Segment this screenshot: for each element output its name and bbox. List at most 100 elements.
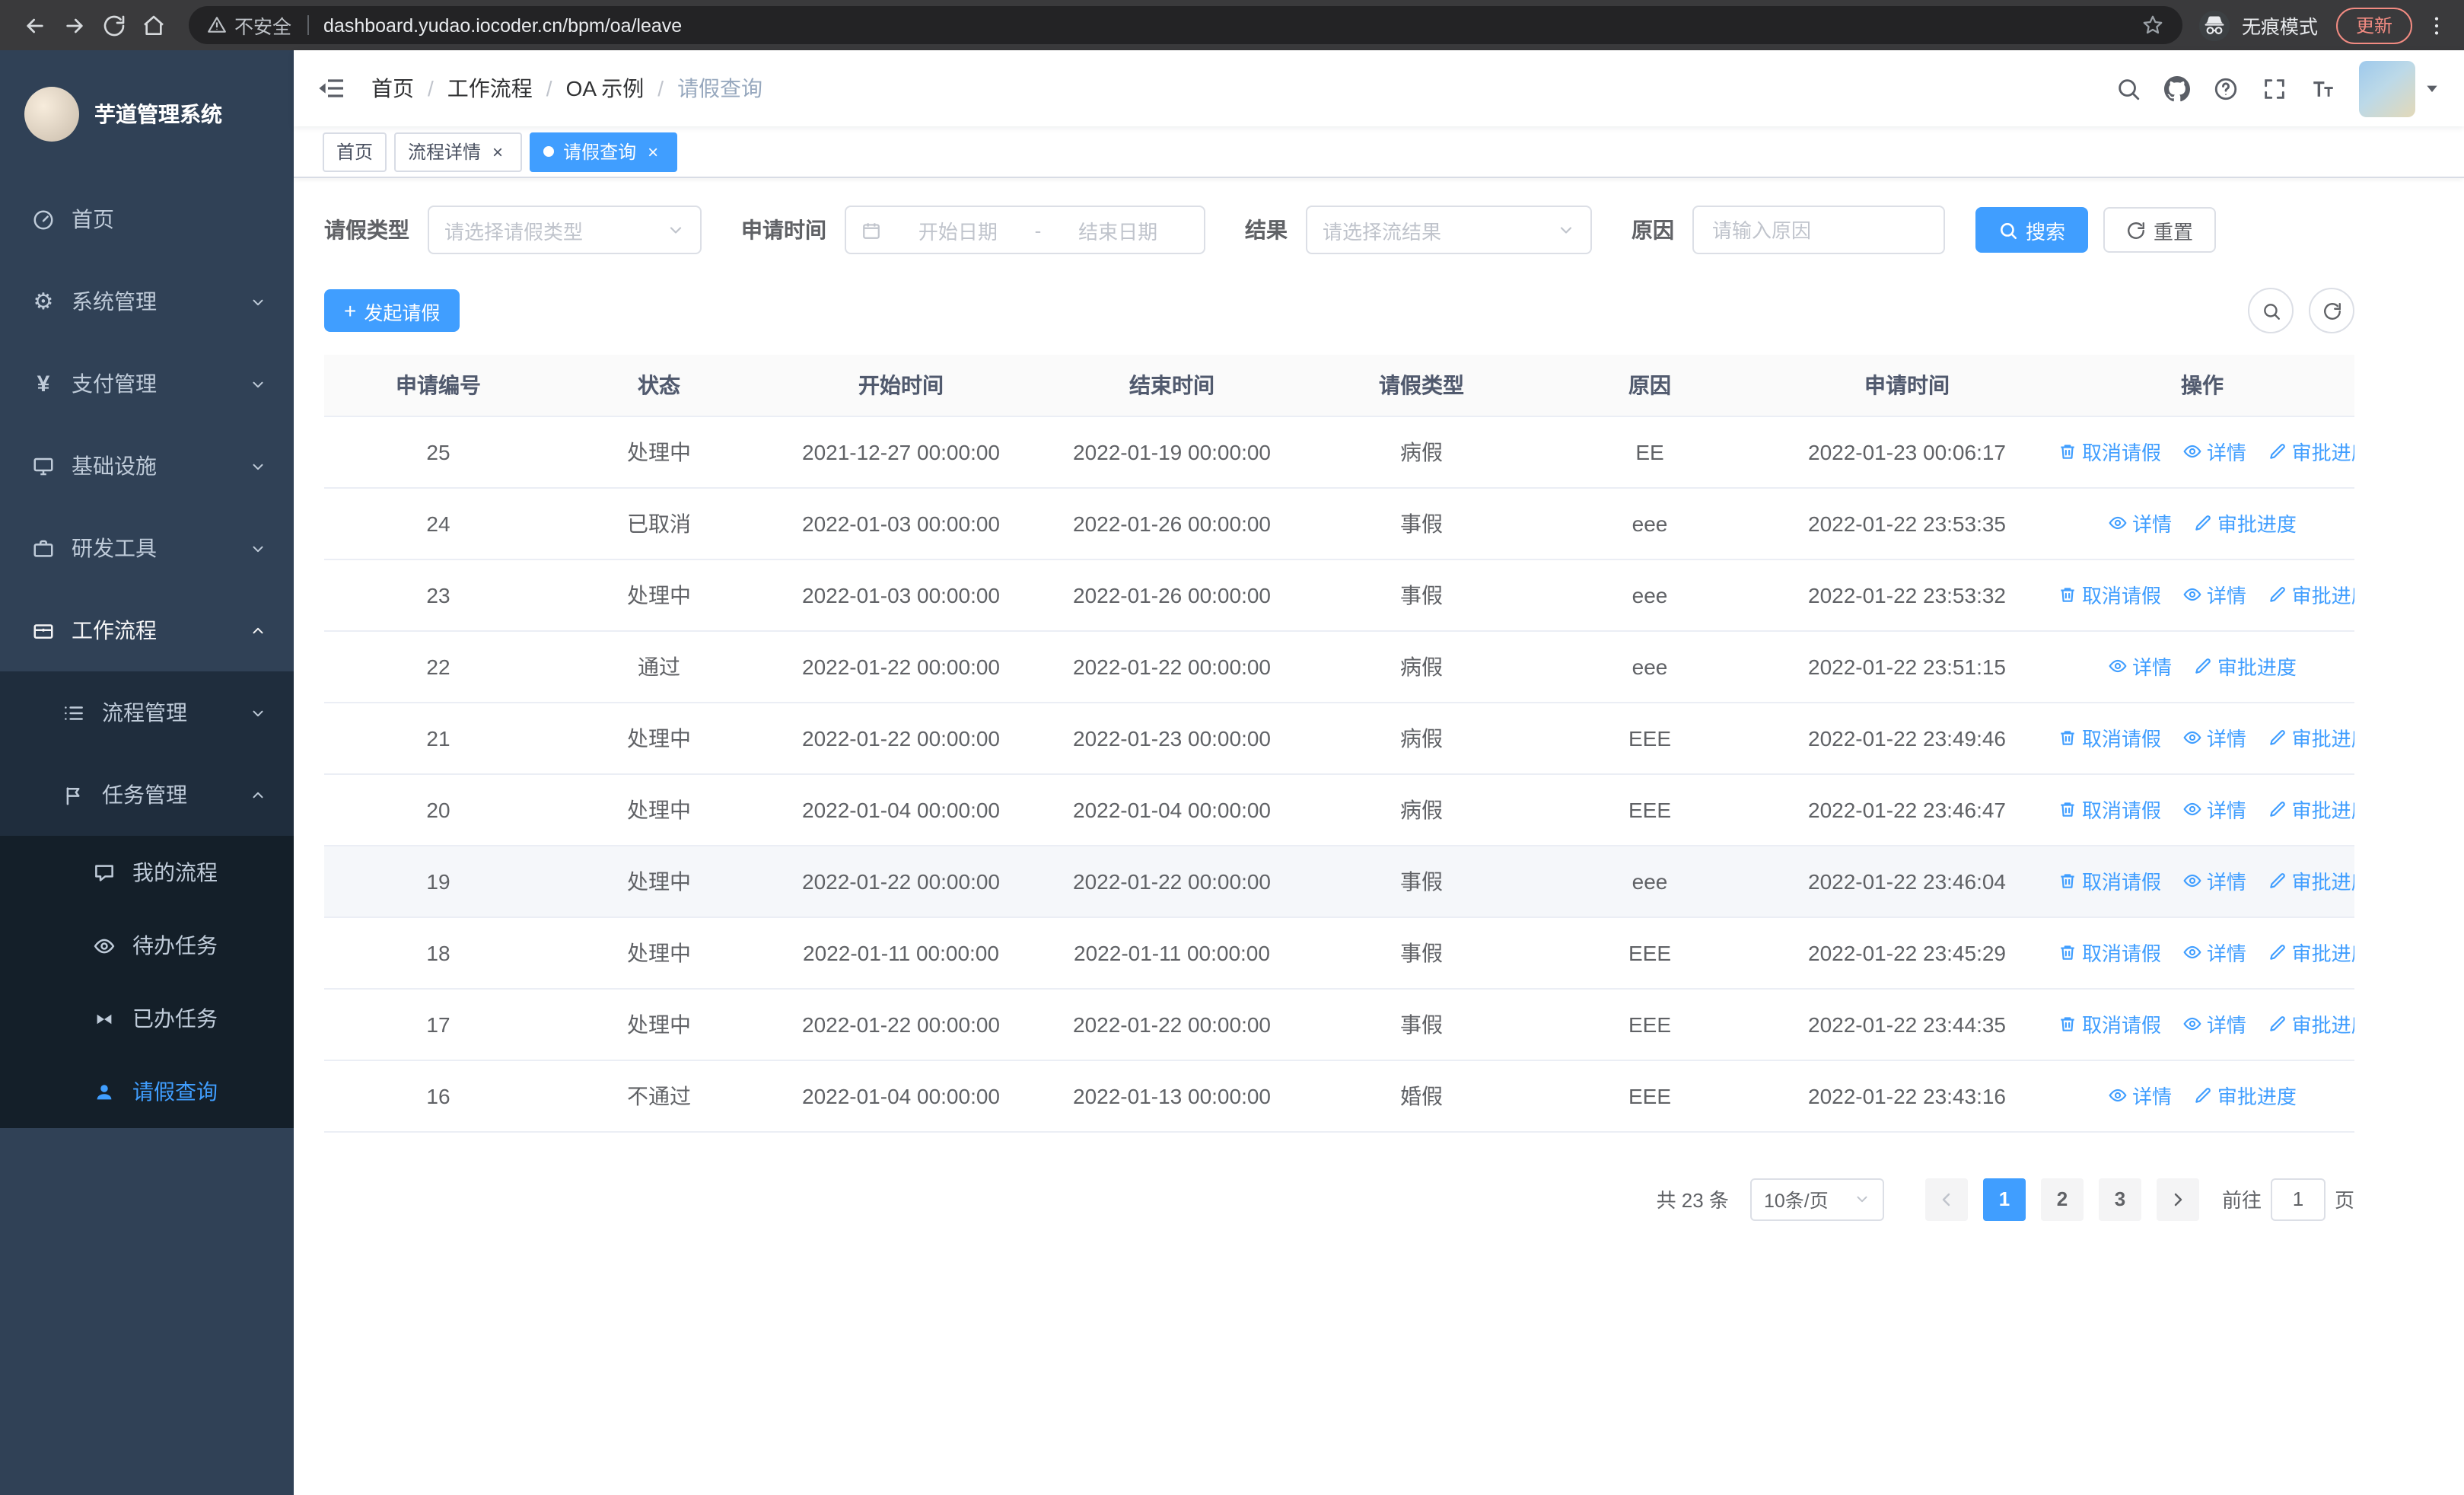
cancel-leave-link[interactable]: 取消请假: [2058, 723, 2161, 752]
update-chip[interactable]: 更新: [2335, 7, 2412, 43]
user-menu[interactable]: [2359, 60, 2440, 116]
cancel-leave-link[interactable]: 取消请假: [2058, 938, 2161, 967]
page-number-1[interactable]: 1: [1982, 1178, 2026, 1220]
approval-progress-link[interactable]: 审批进度: [2193, 652, 2297, 681]
detail-link[interactable]: 详情: [2108, 1081, 2172, 1110]
refresh-table-button[interactable]: [2309, 288, 2354, 333]
cancel-leave-link[interactable]: 取消请假: [2058, 580, 2161, 609]
search-button[interactable]: 搜索: [1975, 207, 2089, 253]
goto-page-input[interactable]: [2270, 1178, 2326, 1220]
approval-progress-link[interactable]: 审批进度: [2268, 866, 2354, 895]
help-button[interactable]: [2213, 75, 2239, 101]
edit-icon: [2269, 730, 2285, 745]
header-search-button[interactable]: [2115, 75, 2141, 101]
font-size-button[interactable]: [2310, 75, 2336, 101]
tab-close-icon[interactable]: ×: [642, 141, 664, 162]
browser-menu-button[interactable]: [2424, 13, 2449, 37]
browser-forward-button[interactable]: [55, 5, 94, 45]
sidebar-item-infrastructure[interactable]: 基础设施: [0, 425, 294, 507]
security-chip[interactable]: 不安全: [207, 11, 291, 40]
cell-reason: EE: [1536, 416, 1764, 488]
detail-link[interactable]: 详情: [2182, 866, 2246, 895]
cancel-leave-link[interactable]: 取消请假: [2058, 437, 2161, 466]
done-tasks-icon: [97, 1013, 112, 1024]
create-leave-button[interactable]: + 发起请假: [324, 289, 460, 332]
sidebar-item-home[interactable]: 首页: [0, 178, 294, 260]
page-number-3[interactable]: 3: [2098, 1178, 2141, 1220]
reset-button[interactable]: 重置: [2103, 207, 2217, 253]
question-icon: [2214, 77, 2237, 100]
sidebar-item-dev-tools[interactable]: 研发工具: [0, 507, 294, 589]
approval-progress-link[interactable]: 审批进度: [2268, 795, 2354, 824]
url-text[interactable]: dashboard.yudao.iocoder.cn/bpm/oa/leave: [323, 14, 682, 36]
col-actions: 操作: [2050, 355, 2354, 416]
result-select[interactable]: 请选择流结果: [1306, 206, 1592, 254]
sidebar-item-leave-query[interactable]: 请假查询: [0, 1055, 294, 1128]
sidebar-item-task-management[interactable]: 任务管理: [0, 754, 294, 836]
detail-link[interactable]: 详情: [2182, 723, 2246, 752]
tab-close-icon[interactable]: ×: [487, 141, 508, 162]
detail-link[interactable]: 详情: [2182, 580, 2246, 609]
cell-start-time: 2022-01-22 00:00:00: [766, 702, 1036, 774]
breadcrumb-home[interactable]: 首页: [371, 73, 414, 104]
reason-input[interactable]: [1692, 206, 1945, 254]
detail-link[interactable]: 详情: [2182, 938, 2246, 967]
delete-icon: [2061, 802, 2074, 817]
cancel-leave-link[interactable]: 取消请假: [2058, 866, 2161, 895]
table-row: 23 处理中 2022-01-03 00:00:00 2022-01-26 00…: [324, 559, 2354, 631]
tab-leave-query[interactable]: 请假查询 ×: [530, 132, 678, 171]
cell-reason: EEE: [1536, 773, 1764, 846]
next-page-button[interactable]: [2156, 1178, 2199, 1220]
sidebar-toggle-button[interactable]: [317, 73, 347, 104]
detail-link[interactable]: 详情: [2182, 437, 2246, 466]
breadcrumb-oa-example[interactable]: OA 示例: [566, 73, 645, 104]
address-bar[interactable]: 不安全 dashboard.yudao.iocoder.cn/bpm/oa/le…: [189, 6, 2182, 44]
sidebar-item-system-management[interactable]: ⚙ 系统管理: [0, 260, 294, 343]
sidebar-item-todo-tasks[interactable]: 待办任务: [0, 909, 294, 982]
chevron-down-icon: [670, 227, 682, 234]
browser-home-button[interactable]: [134, 5, 173, 45]
approval-progress-link[interactable]: 审批进度: [2193, 508, 2297, 537]
cancel-leave-link[interactable]: 取消请假: [2058, 1009, 2161, 1038]
browser-refresh-button[interactable]: [94, 5, 134, 45]
detail-link[interactable]: 详情: [2108, 652, 2172, 681]
github-link[interactable]: [2164, 75, 2190, 101]
sidebar-item-process-management[interactable]: 流程管理: [0, 671, 294, 754]
apply-time-range-picker[interactable]: 开始日期 - 结束日期: [845, 206, 1205, 254]
gear-icon: ⚙: [33, 288, 54, 314]
detail-link[interactable]: 详情: [2182, 1009, 2246, 1038]
sidebar-item-my-processes[interactable]: 我的流程: [0, 836, 294, 909]
approval-progress-link[interactable]: 审批进度: [2268, 580, 2354, 609]
detail-link[interactable]: 详情: [2108, 508, 2172, 537]
sidebar-item-workflow[interactable]: 工作流程: [0, 589, 294, 671]
user-avatar[interactable]: [2359, 60, 2415, 116]
monitor-icon: [33, 457, 53, 475]
prev-page-button[interactable]: [1924, 1178, 1968, 1220]
tab-home[interactable]: 首页: [323, 132, 387, 171]
breadcrumb-workflow[interactable]: 工作流程: [447, 73, 533, 104]
cell-apply-time: 2022-01-22 23:53:32: [1764, 559, 2050, 631]
tab-process-detail[interactable]: 流程详情 ×: [394, 132, 523, 171]
approval-progress-link[interactable]: 审批进度: [2268, 1009, 2354, 1038]
approval-progress-link[interactable]: 审批进度: [2193, 1081, 2297, 1110]
browser-back-button[interactable]: [15, 5, 55, 45]
app-logo[interactable]: 芋道管理系统: [0, 50, 294, 178]
approval-progress-link[interactable]: 审批进度: [2268, 437, 2354, 466]
cell-actions: 取消请假 详情 审批进度: [2050, 988, 2354, 1060]
plus-icon: +: [344, 298, 357, 323]
cell-apply-time: 2022-01-22 23:45:29: [1764, 916, 2050, 989]
detail-link[interactable]: 详情: [2182, 795, 2246, 824]
sidebar-item-payment-management[interactable]: ¥ 支付管理: [0, 343, 294, 425]
approval-progress-link[interactable]: 审批进度: [2268, 938, 2354, 967]
fullscreen-button[interactable]: [2262, 75, 2287, 101]
bookmark-star-button[interactable]: [2141, 14, 2164, 37]
leave-type-select[interactable]: 请选择请假类型: [428, 206, 702, 254]
page-size-select[interactable]: 10条/页: [1749, 1178, 1884, 1220]
cancel-leave-link[interactable]: 取消请假: [2058, 795, 2161, 824]
approval-progress-link[interactable]: 审批进度: [2268, 723, 2354, 752]
edit-icon: [2269, 873, 2285, 888]
page-number-2[interactable]: 2: [2040, 1178, 2084, 1220]
toggle-search-button[interactable]: [2248, 288, 2294, 333]
filter-apply-time: 申请时间 开始日期 - 结束日期: [741, 206, 1205, 254]
sidebar-item-done-tasks[interactable]: 已办任务: [0, 982, 294, 1055]
